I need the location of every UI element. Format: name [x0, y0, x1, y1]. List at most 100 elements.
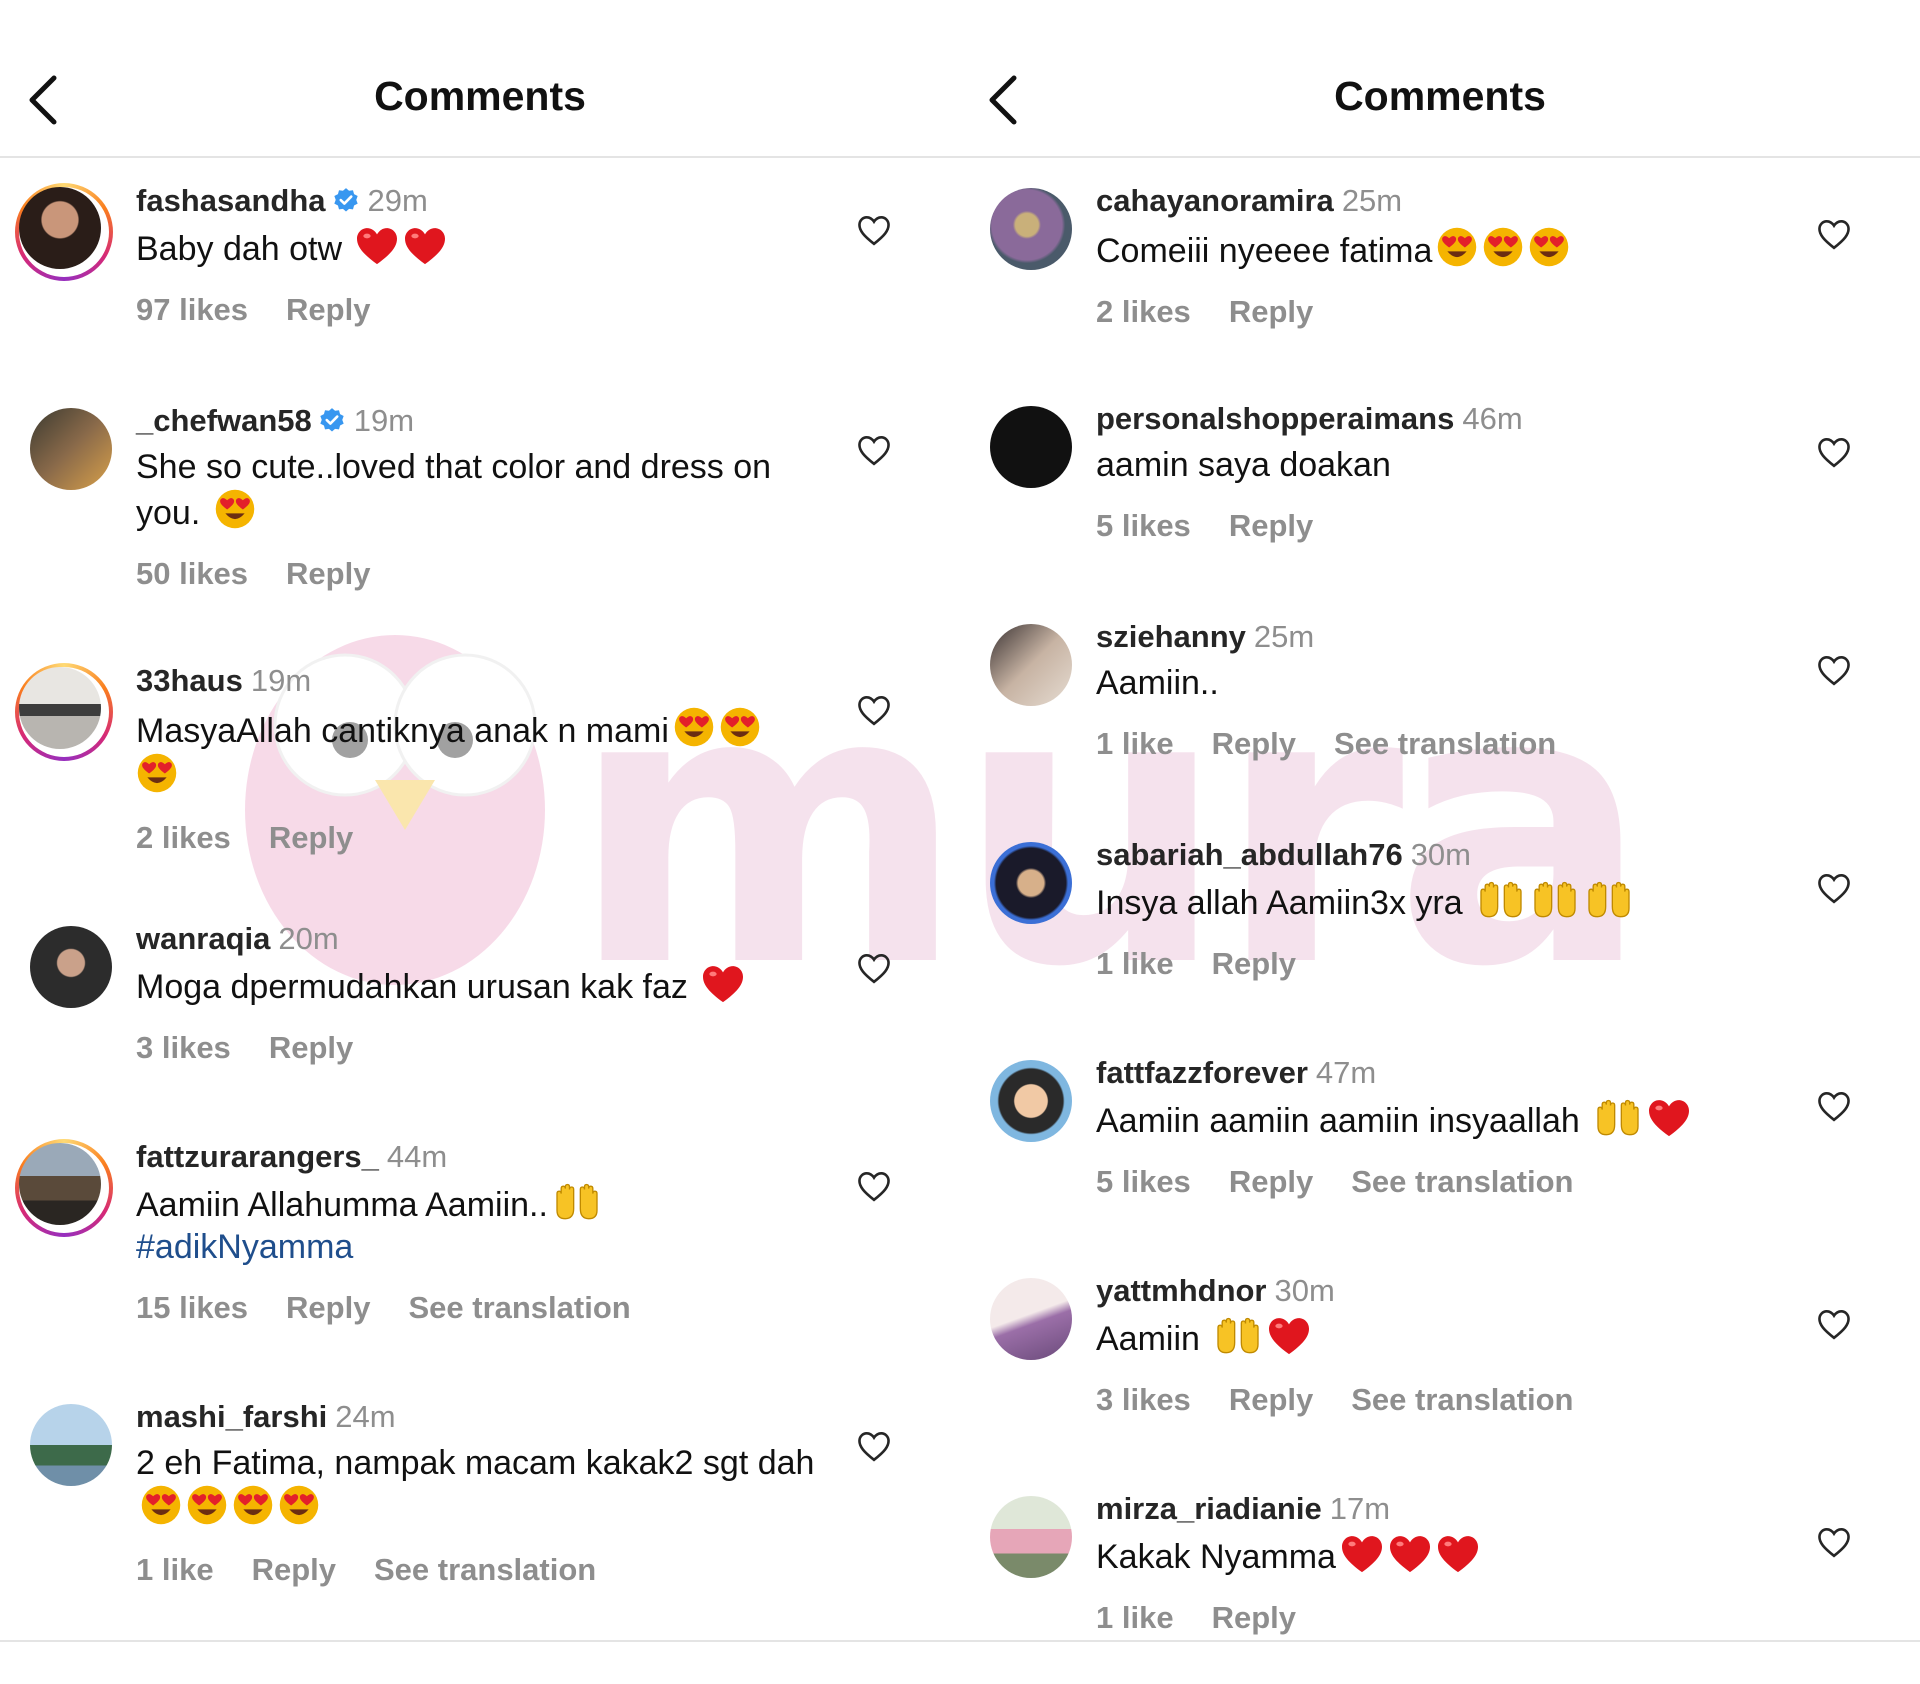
- likes-count[interactable]: 3 likes: [136, 1030, 231, 1065]
- avatar[interactable]: [30, 408, 112, 490]
- red-heart-emoji-icon: [1647, 1098, 1691, 1138]
- username[interactable]: _chefwan58: [136, 403, 312, 438]
- comment-item: fattfazzforever 47m Aamiin aamiin aamiin …: [960, 1030, 1920, 1248]
- comment-text: Aamiin aamiin aamiin insyaallah: [1096, 1102, 1580, 1140]
- comment-item: mirza_riadianie 17m Kakak Nyamma 1 like Re…: [960, 1466, 1920, 1684]
- comment-item: fashasandha 29m Baby dah otw 97 likes Repl…: [0, 158, 960, 378]
- reply-button[interactable]: Reply: [1212, 1600, 1296, 1635]
- username[interactable]: cahayanoramira: [1096, 183, 1334, 218]
- likes-count[interactable]: 1 like: [1096, 946, 1174, 981]
- username[interactable]: fattzurarangers_: [136, 1139, 379, 1174]
- open-hands-emoji-icon: [552, 1182, 602, 1222]
- likes-count[interactable]: 50 likes: [136, 556, 248, 591]
- reply-button[interactable]: Reply: [1229, 1164, 1313, 1199]
- username[interactable]: fattfazzforever: [1096, 1055, 1308, 1090]
- hashtag-link[interactable]: #adikNyamma: [136, 1228, 353, 1266]
- likes-count[interactable]: 2 likes: [136, 820, 231, 855]
- heart-eyes-emoji-icon: [1436, 226, 1478, 268]
- reply-button[interactable]: Reply: [286, 556, 370, 591]
- reply-button[interactable]: Reply: [1229, 294, 1313, 329]
- comment-item: fattzurarangers_ 44m Aamiin Allahumma Aam…: [0, 1114, 960, 1374]
- like-heart-icon[interactable]: [856, 214, 892, 246]
- timestamp: 19m: [353, 403, 415, 438]
- like-heart-icon[interactable]: [1816, 1526, 1852, 1558]
- avatar[interactable]: [30, 1404, 112, 1486]
- like-heart-icon[interactable]: [1816, 654, 1852, 686]
- likes-count[interactable]: 2 likes: [1096, 294, 1191, 329]
- see-translation-button[interactable]: See translation: [374, 1552, 596, 1587]
- username[interactable]: yattmhdnor: [1096, 1273, 1267, 1308]
- like-heart-icon[interactable]: [856, 1170, 892, 1202]
- header: Comments: [0, 0, 960, 158]
- username[interactable]: mashi_farshi: [136, 1399, 327, 1434]
- timestamp: 19m: [250, 663, 312, 698]
- username[interactable]: mirza_riadianie: [1096, 1491, 1322, 1526]
- like-heart-icon[interactable]: [1816, 1090, 1852, 1122]
- avatar[interactable]: [19, 1143, 101, 1225]
- avatar[interactable]: [30, 926, 112, 1008]
- avatar[interactable]: [19, 667, 101, 749]
- username[interactable]: wanraqia: [136, 921, 270, 956]
- open-hands-emoji-icon: [1530, 880, 1580, 920]
- reply-button[interactable]: Reply: [1229, 508, 1313, 543]
- reply-button[interactable]: Reply: [286, 1290, 370, 1325]
- story-ring[interactable]: [15, 1139, 113, 1237]
- red-heart-emoji-icon: [1340, 1534, 1384, 1574]
- reply-button[interactable]: Reply: [269, 820, 353, 855]
- red-heart-emoji-icon: [1267, 1316, 1311, 1356]
- avatar[interactable]: [990, 1278, 1072, 1360]
- timestamp: 29m: [367, 183, 428, 218]
- likes-count[interactable]: 15 likes: [136, 1290, 248, 1325]
- likes-count[interactable]: 1 like: [1096, 1600, 1174, 1635]
- see-translation-button[interactable]: See translation: [1351, 1164, 1573, 1199]
- likes-count[interactable]: 97 likes: [136, 292, 248, 327]
- avatar[interactable]: [990, 1060, 1072, 1142]
- comment-item: sabariah_abdullah76 30m Insya allah Aamii…: [960, 812, 1920, 1030]
- like-heart-icon[interactable]: [856, 694, 892, 726]
- see-translation-button[interactable]: See translation: [1351, 1382, 1573, 1417]
- username[interactable]: personalshopperaimans: [1096, 401, 1454, 436]
- red-heart-emoji-icon: [1436, 1534, 1480, 1574]
- avatar[interactable]: [990, 1496, 1072, 1578]
- like-heart-icon[interactable]: [856, 434, 892, 466]
- reply-button[interactable]: Reply: [252, 1552, 336, 1587]
- likes-count[interactable]: 1 like: [136, 1552, 214, 1587]
- like-heart-icon[interactable]: [1816, 872, 1852, 904]
- heart-eyes-emoji-icon: [140, 1484, 182, 1526]
- heart-eyes-emoji-icon: [136, 752, 178, 794]
- verified-badge-icon: [332, 187, 360, 215]
- reply-button[interactable]: Reply: [1212, 726, 1296, 761]
- comment-item: personalshopperaimans 46m aamin saya doak…: [960, 376, 1920, 594]
- reply-button[interactable]: Reply: [269, 1030, 353, 1065]
- likes-count[interactable]: 1 like: [1096, 726, 1174, 761]
- story-ring[interactable]: [15, 183, 113, 281]
- story-ring[interactable]: [15, 663, 113, 761]
- reply-button[interactable]: Reply: [1212, 946, 1296, 981]
- like-heart-icon[interactable]: [1816, 218, 1852, 250]
- like-heart-icon[interactable]: [1816, 1308, 1852, 1340]
- username[interactable]: 33haus: [136, 663, 243, 698]
- avatar[interactable]: [990, 406, 1072, 488]
- username[interactable]: sziehanny: [1096, 619, 1246, 654]
- likes-count[interactable]: 5 likes: [1096, 508, 1191, 543]
- comments-list: cahayanoramira 25m Comeiii nyeeee fatima …: [960, 158, 1920, 1684]
- heart-eyes-emoji-icon: [1528, 226, 1570, 268]
- like-heart-icon[interactable]: [856, 952, 892, 984]
- reply-button[interactable]: Reply: [286, 292, 370, 327]
- likes-count[interactable]: 5 likes: [1096, 1164, 1191, 1199]
- like-heart-icon[interactable]: [856, 1430, 892, 1462]
- comment-text: Moga dpermudahkan urusan kak faz: [136, 968, 688, 1006]
- avatar[interactable]: [990, 188, 1072, 270]
- username[interactable]: sabariah_abdullah76: [1096, 837, 1403, 872]
- see-translation-button[interactable]: See translation: [1334, 726, 1556, 761]
- likes-count[interactable]: 3 likes: [1096, 1382, 1191, 1417]
- avatar[interactable]: [990, 842, 1072, 924]
- like-heart-icon[interactable]: [1816, 436, 1852, 468]
- avatar[interactable]: [19, 187, 101, 269]
- avatar[interactable]: [990, 624, 1072, 706]
- timestamp: 17m: [1329, 1491, 1391, 1526]
- heart-eyes-emoji-icon: [278, 1484, 320, 1526]
- username[interactable]: fashasandha: [136, 183, 326, 218]
- see-translation-button[interactable]: See translation: [408, 1290, 630, 1325]
- reply-button[interactable]: Reply: [1229, 1382, 1313, 1417]
